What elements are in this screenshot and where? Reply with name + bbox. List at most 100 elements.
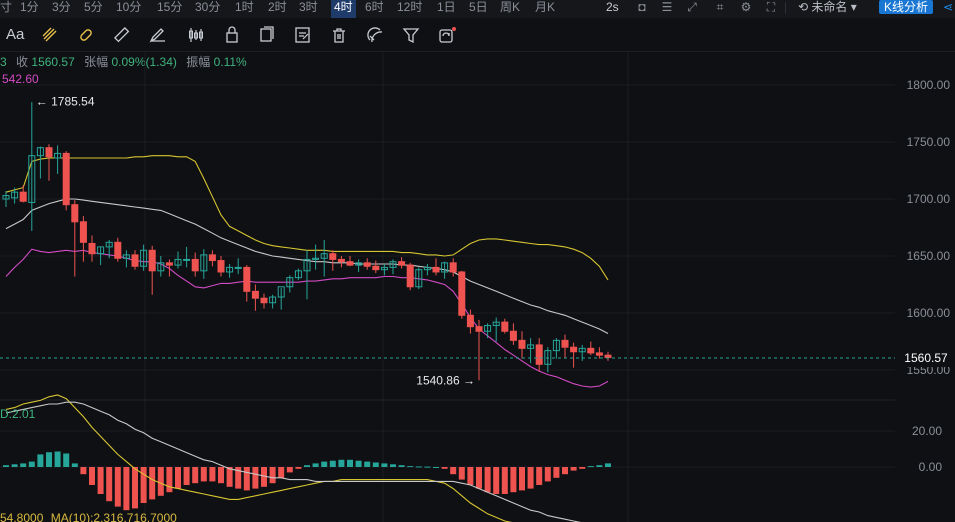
macd-bar-46 (398, 465, 405, 467)
macd-bar-43 (372, 462, 379, 467)
trash-icon[interactable] (330, 26, 348, 44)
macd-bar-60 (519, 467, 525, 491)
share-icon[interactable]: ⋖ (940, 0, 955, 14)
macd-bar-11 (97, 467, 104, 494)
camera-icon[interactable]: ◘ (634, 0, 650, 14)
candle-body-58 (501, 321, 509, 332)
timeframe-8[interactable]: 2时 (268, 0, 287, 18)
expand-icon[interactable]: ⛶ (763, 0, 779, 14)
macd-bar-19 (166, 467, 173, 493)
candle-body-8 (71, 204, 79, 223)
edit-icon[interactable] (294, 26, 312, 44)
copy-icon[interactable] (258, 26, 276, 44)
font-tool-button[interactable]: Aa (6, 26, 24, 44)
macd-panel (3, 394, 611, 522)
timeframe-15[interactable]: 周K (500, 0, 520, 18)
macd-bar-34 (295, 467, 302, 469)
current-price-tag: 1560.57 (897, 348, 955, 367)
macd-bar-31 (269, 467, 276, 484)
candle-body-70 (604, 354, 612, 358)
timeframe-9[interactable]: 3时 (299, 0, 318, 18)
macd-bar-20 (175, 467, 181, 489)
macd-bar-59 (510, 467, 517, 493)
candle-body-13 (114, 241, 122, 259)
timeframe-5[interactable]: 15分 (157, 0, 182, 18)
timeframe-0[interactable]: 寸 (0, 0, 12, 18)
macd-bar-32 (278, 467, 285, 478)
macd-bar-54 (467, 467, 474, 485)
candlestick-icon[interactable] (187, 26, 205, 44)
timeframe-4[interactable]: 10分 (116, 0, 141, 18)
indicator-icon[interactable]: ⌗ (712, 0, 728, 14)
macd-bar-50 (433, 467, 439, 468)
settings-icon[interactable]: ☰ (659, 0, 675, 14)
macd-bar-39 (338, 459, 345, 467)
macd-bar-49 (424, 466, 431, 468)
macd-bar-56 (484, 467, 491, 493)
volume-ma: MA(10):2,316,716.7000 (50, 511, 177, 522)
timeframe-6[interactable]: 30分 (195, 0, 220, 18)
macd-bar-4 (37, 454, 44, 467)
macd-bar-53 (458, 467, 465, 480)
macd-bar-58 (501, 467, 508, 494)
macd-bar-66 (570, 467, 577, 471)
timeframe-10[interactable]: 4时 (331, 0, 356, 18)
ray-tool-icon[interactable] (77, 26, 95, 44)
lock-icon[interactable] (223, 26, 241, 44)
ruler-icon[interactable] (113, 26, 131, 44)
macd-bar-47 (407, 466, 414, 468)
macd-bar-62 (536, 467, 543, 485)
chart-area[interactable]: 1800.001750.001700.001650.001600.001550.… (0, 52, 955, 522)
volume-value: 54.8000 (0, 511, 44, 522)
macd-bar-33 (286, 467, 293, 473)
fullscreen-icon[interactable]: ⤢ (684, 0, 700, 14)
sync-icon[interactable] (438, 26, 456, 44)
timeframe-3[interactable]: 5分 (84, 0, 103, 18)
line-tool-icon[interactable] (41, 26, 59, 44)
macd-bar-23 (200, 467, 207, 482)
timeframe-16[interactable]: 月K (535, 0, 555, 18)
candle-body-55 (475, 326, 483, 332)
low-annotation: 1540.86 → (416, 373, 475, 387)
candle-body-50 (432, 266, 440, 273)
timeframe-7[interactable]: 1时 (235, 0, 254, 18)
timeframe-1[interactable]: 1分 (20, 0, 39, 18)
macd-bar-35 (304, 465, 310, 467)
timeframe-11[interactable]: 6时 (365, 0, 384, 18)
candle-body-43 (372, 265, 380, 271)
candle-body-47 (406, 264, 414, 288)
candle-body-7 (62, 152, 70, 206)
filter-icon[interactable] (402, 26, 420, 44)
magnet-icon[interactable] (366, 26, 384, 44)
high-annotation: ← 1785.54 (36, 94, 95, 108)
candle-body-2 (19, 191, 27, 202)
macd-bar-41 (355, 460, 362, 467)
refresh-interval[interactable]: 2s (606, 0, 619, 18)
layout-name-dropdown[interactable]: ⟲ 未命名 ▾ (798, 0, 857, 14)
macd-bar-28 (243, 467, 250, 491)
candle-body-53 (458, 271, 466, 316)
macd-bar-68 (587, 466, 594, 468)
macd-bar-15 (132, 467, 138, 509)
macd-bar-44 (381, 463, 388, 467)
kline-analysis-button[interactable]: K线分析 (879, 0, 933, 14)
timeframe-14[interactable]: 5日 (469, 0, 488, 18)
macd-bar-25 (218, 467, 224, 484)
timeframe-12[interactable]: 12时 (397, 0, 422, 18)
gear-icon[interactable]: ⚙ (738, 0, 754, 14)
annotations: ← 1785.54 1540.86 → (36, 94, 475, 387)
candles (0, 102, 895, 381)
pen-icon[interactable] (148, 26, 166, 44)
candle-body-68 (587, 347, 595, 354)
timeframe-2[interactable]: 3分 (52, 0, 71, 18)
candle-body-17 (148, 249, 156, 272)
candle-body-52 (449, 262, 457, 273)
candle-body-19 (165, 262, 173, 266)
timeframe-13[interactable]: 1日 (437, 0, 456, 18)
candle-body-66 (570, 346, 578, 353)
macd-bar-13 (114, 467, 121, 507)
candle-body-46 (398, 261, 406, 266)
macd-bar-36 (312, 463, 319, 467)
candle-body-25 (217, 260, 225, 273)
candle-body-59 (509, 330, 517, 341)
